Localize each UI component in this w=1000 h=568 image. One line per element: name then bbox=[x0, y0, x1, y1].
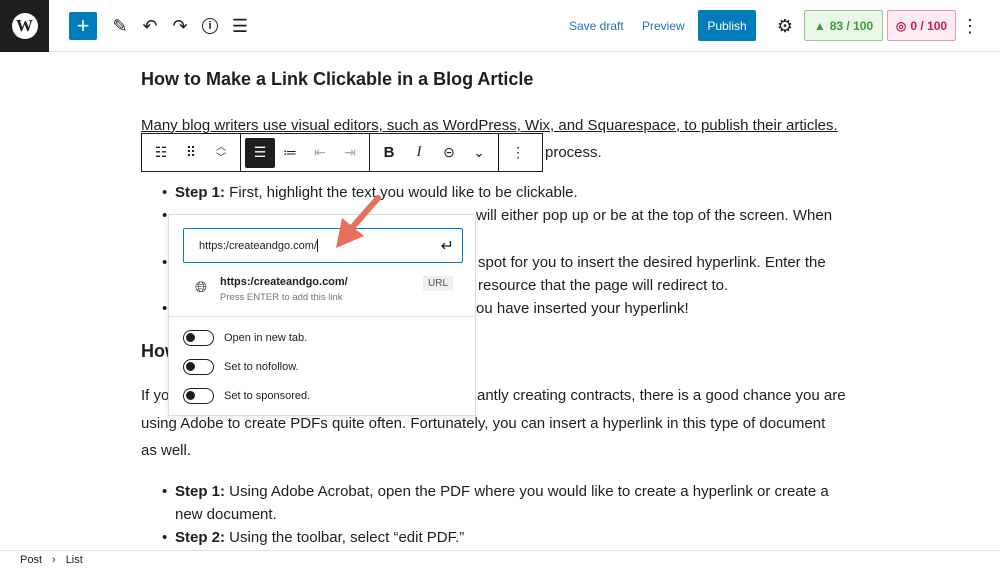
link-popover: https:/createandgo.com/ ↵ 🌐︎ https:/crea… bbox=[168, 214, 476, 416]
outdent-button[interactable]: ⇤ bbox=[305, 138, 335, 168]
tools-button[interactable]: ✎ bbox=[106, 12, 134, 40]
save-draft-button[interactable]: Save draft bbox=[569, 12, 624, 40]
readability-score-button[interactable]: ◎ 0 / 100 bbox=[887, 10, 956, 41]
italic-button[interactable]: I bbox=[404, 138, 434, 168]
editor-top-bar: W + ✎ ↶ ↷ i ☰ Save draft Preview Publish… bbox=[0, 0, 1000, 52]
breadcrumb-post[interactable]: Post bbox=[20, 554, 42, 566]
drag-icon: ⠿ bbox=[185, 144, 197, 160]
outdent-icon: ⇤ bbox=[314, 144, 326, 160]
link-url-input[interactable]: https:/createandgo.com/ ↵ bbox=[183, 228, 463, 263]
unordered-list-button[interactable]: ☰ bbox=[245, 137, 275, 168]
indent-button[interactable]: ⇥ bbox=[335, 138, 365, 168]
url-value: https:/createandgo.com/ bbox=[199, 239, 318, 252]
suggestion-type-badge: URL bbox=[423, 276, 454, 291]
more-vertical-icon: ⋮ bbox=[511, 144, 525, 160]
list-view-icon: ☰ bbox=[231, 15, 249, 36]
list-item[interactable]: Step 1: Using Adobe Acrobat, open the PD… bbox=[162, 482, 829, 502]
paragraph-line[interactable]: antly creating contracts, there is a goo… bbox=[477, 386, 846, 406]
list-item-line[interactable]: resource that the page will redirect to. bbox=[478, 276, 728, 296]
chevron-down-icon: ⌄ bbox=[473, 144, 485, 160]
pencil-icon: ✎ bbox=[112, 15, 128, 36]
list-block-icon: ☷ bbox=[154, 144, 168, 160]
breadcrumb-separator: › bbox=[52, 553, 56, 566]
globe-icon: 🌐︎ bbox=[195, 279, 208, 296]
toggle-label: Set to nofollow. bbox=[224, 361, 299, 373]
settings-button[interactable]: ⚙ bbox=[771, 12, 799, 40]
divider bbox=[169, 316, 475, 317]
link-button[interactable]: ⊝ bbox=[434, 138, 464, 168]
undo-icon: ↶ bbox=[142, 15, 158, 36]
options-button[interactable]: ⋮ bbox=[960, 12, 980, 40]
seo-score-button[interactable]: ▲ 83 / 100 bbox=[804, 10, 883, 41]
seo-score: 83 / 100 bbox=[829, 18, 874, 33]
annotation-arrow bbox=[336, 195, 381, 248]
more-formats-button[interactable]: ⌄ bbox=[464, 138, 494, 168]
suggestion-title: https:/createandgo.com/ bbox=[220, 276, 348, 288]
paragraph-line[interactable]: using Adobe to create PDFs quite often. … bbox=[141, 414, 825, 434]
bullet-list-icon: ☰ bbox=[253, 144, 267, 160]
redo-button[interactable]: ↷ bbox=[166, 12, 194, 40]
list-item[interactable]: Step 2: Using the toolbar, select “edit … bbox=[162, 528, 464, 548]
chevron-down-icon: ﹀ bbox=[216, 152, 226, 164]
block-toolbar: ☷ ⠿ ︿ ﹀ ☰ ≔ ⇤ ⇥ B I ⊝ ⌄ ⋮ bbox=[141, 133, 543, 172]
info-icon: i bbox=[202, 18, 218, 34]
redo-icon: ↷ bbox=[172, 15, 188, 36]
numbered-list-icon: ≔ bbox=[283, 144, 297, 160]
block-options-button[interactable]: ⋮ bbox=[503, 138, 533, 168]
paragraph-line[interactable]: process. bbox=[545, 143, 602, 163]
move-button[interactable]: ︿ ﹀ bbox=[206, 138, 236, 168]
breadcrumb: Post › List bbox=[0, 550, 1000, 568]
list-item-line[interactable]: new document. bbox=[175, 505, 277, 525]
plus-icon: + bbox=[76, 13, 90, 38]
open-new-tab-toggle[interactable] bbox=[183, 330, 214, 346]
link-icon: ⊝ bbox=[443, 144, 455, 160]
block-type-button[interactable]: ☷ bbox=[146, 138, 176, 168]
paragraph-line[interactable]: as well. bbox=[141, 441, 191, 461]
paragraph-line[interactable]: If yo bbox=[141, 386, 169, 406]
bold-button[interactable]: B bbox=[374, 138, 404, 168]
seo-icon: ▲ bbox=[813, 18, 826, 33]
list-view-button[interactable]: ☰ bbox=[226, 12, 254, 40]
nofollow-toggle[interactable] bbox=[183, 359, 214, 375]
sponsored-toggle[interactable] bbox=[183, 388, 214, 404]
post-title[interactable]: How to Make a Link Clickable in a Blog A… bbox=[141, 69, 533, 90]
readability-score: 0 / 100 bbox=[910, 18, 948, 33]
gear-icon: ⚙ bbox=[776, 15, 794, 36]
wordpress-logo: W bbox=[11, 13, 38, 39]
wordpress-logo-button[interactable]: W bbox=[0, 0, 49, 52]
breadcrumb-list[interactable]: List bbox=[66, 554, 83, 566]
undo-button[interactable]: ↶ bbox=[136, 12, 164, 40]
suggestion-hint: Press ENTER to add this link bbox=[220, 292, 343, 303]
drag-handle[interactable]: ⠿ bbox=[176, 138, 206, 168]
fingerprint-icon: ◎ bbox=[895, 18, 907, 33]
more-vertical-icon: ⋮ bbox=[961, 15, 979, 36]
indent-icon: ⇥ bbox=[344, 144, 356, 160]
enter-icon[interactable]: ↵ bbox=[441, 236, 454, 256]
publish-button[interactable]: Publish bbox=[698, 10, 756, 41]
toggle-label: Open in new tab. bbox=[224, 332, 308, 344]
preview-button[interactable]: Preview bbox=[642, 12, 685, 40]
add-block-button[interactable]: + bbox=[69, 12, 97, 40]
details-button[interactable]: i bbox=[196, 12, 224, 40]
link-suggestion[interactable]: 🌐︎ https:/createandgo.com/ Press ENTER t… bbox=[169, 271, 475, 315]
ordered-list-button[interactable]: ≔ bbox=[275, 138, 305, 168]
toggle-label: Set to sponsored. bbox=[224, 390, 311, 402]
chevron-up-icon: ︿ bbox=[216, 141, 226, 153]
